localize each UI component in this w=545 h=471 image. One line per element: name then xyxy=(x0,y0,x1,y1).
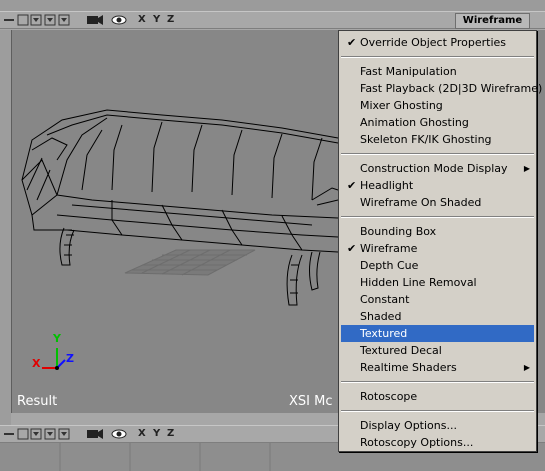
menu-item-constant[interactable]: Constant xyxy=(341,291,534,308)
menu-item-wireframe-on-shaded[interactable]: Wireframe On Shaded xyxy=(341,194,534,211)
floor-grid xyxy=(124,249,256,276)
dropdown-icon[interactable] xyxy=(58,428,70,440)
eye-icon[interactable] xyxy=(111,427,127,439)
viewport-info-label: XSI Mc xyxy=(289,394,333,409)
menu-item-realtime-shaders[interactable]: Realtime Shaders ▶ xyxy=(341,359,534,376)
viewport-name-label: Result xyxy=(17,394,58,409)
dropdown-icon[interactable] xyxy=(44,14,56,26)
axis-x-button[interactable]: X xyxy=(138,428,146,440)
menu-item-label: Bounding Box xyxy=(360,225,437,238)
axis-y-button[interactable]: Y xyxy=(153,428,160,440)
menu-item-skeleton-fk-ik-ghosting[interactable]: Skeleton FK/IK Ghosting xyxy=(341,131,534,148)
menu-item-rotoscopy-options[interactable]: Rotoscopy Options... xyxy=(341,434,534,451)
menu-item-label: Mixer Ghosting xyxy=(360,99,443,112)
eye-icon[interactable] xyxy=(111,13,127,25)
menu-item-label: Construction Mode Display xyxy=(360,162,508,175)
dropdown-icon[interactable] xyxy=(44,428,56,440)
gizmo-x-label: X xyxy=(32,357,41,370)
menu-item-fast-playback-2d-3d-wireframe[interactable]: Fast Playback (2D|3D Wireframe) xyxy=(341,80,542,97)
maximize-icon[interactable] xyxy=(17,428,29,440)
menu-item-label: Rotoscopy Options... xyxy=(360,436,474,449)
maximize-icon[interactable] xyxy=(17,14,29,26)
menu-item-label: Textured Decal xyxy=(360,344,442,357)
menu-item-fast-manipulation[interactable]: Fast Manipulation xyxy=(341,63,534,80)
menu-item-label: Wireframe On Shaded xyxy=(360,196,482,209)
menu-item-mixer-ghosting[interactable]: Mixer Ghosting xyxy=(341,97,534,114)
display-mode-button[interactable]: Wireframe xyxy=(455,13,530,29)
minimize-icon[interactable] xyxy=(3,14,15,26)
menu-item-headlight[interactable]: ✔ Headlight xyxy=(341,177,534,194)
menu-item-display-options[interactable]: Display Options... xyxy=(341,417,534,434)
menu-item-label: Shaded xyxy=(360,310,402,323)
checkmark-icon: ✔ xyxy=(347,179,357,192)
menu-item-label: Override Object Properties xyxy=(360,36,507,49)
menu-item-label: Realtime Shaders xyxy=(360,361,457,374)
viewport-toolbar: X Y Z Wireframe xyxy=(0,11,545,29)
menu-item-wireframe[interactable]: ✔ Wireframe xyxy=(341,240,534,257)
dropdown-icon[interactable] xyxy=(30,428,42,440)
top-strip xyxy=(0,0,545,11)
axis-gizmo xyxy=(42,348,66,370)
viewport-left-bar xyxy=(0,30,11,425)
menu-item-construction-mode-display[interactable]: Construction Mode Display ▶ xyxy=(341,160,534,177)
menu-item-textured[interactable]: Textured xyxy=(341,325,534,342)
menu-item-label: Hidden Line Removal xyxy=(360,276,477,289)
menu-item-bounding-box[interactable]: Bounding Box xyxy=(341,223,534,240)
menu-item-hidden-line-removal[interactable]: Hidden Line Removal xyxy=(341,274,534,291)
submenu-arrow-icon: ▶ xyxy=(523,363,530,372)
menu-item-rotoscope[interactable]: Rotoscope xyxy=(341,388,534,405)
axis-x-button[interactable]: X xyxy=(138,14,146,26)
menu-separator xyxy=(341,410,534,412)
menu-item-textured-decal[interactable]: Textured Decal xyxy=(341,342,534,359)
menu-item-label: Constant xyxy=(360,293,410,306)
display-mode-menu: ✔ Override Object Properties Fast Manipula… xyxy=(338,30,542,452)
menu-item-depth-cue[interactable]: Depth Cue xyxy=(341,257,534,274)
axis-y-button[interactable]: Y xyxy=(153,14,160,26)
axis-z-button[interactable]: Z xyxy=(167,428,174,440)
menu-item-shaded[interactable]: Shaded xyxy=(341,308,534,325)
menu-item-label: Headlight xyxy=(360,179,414,192)
camera-icon[interactable] xyxy=(86,427,104,439)
menu-separator xyxy=(341,56,534,58)
dropdown-icon[interactable] xyxy=(30,14,42,26)
menu-item-label: Skeleton FK/IK Ghosting xyxy=(360,133,492,146)
menu-item-label: Rotoscope xyxy=(360,390,418,403)
minimize-icon[interactable] xyxy=(3,428,15,440)
menu-item-label: Fast Playback (2D|3D Wireframe) xyxy=(360,82,543,95)
menu-item-label: Wireframe xyxy=(360,242,418,255)
menu-separator xyxy=(341,381,534,383)
axis-z-button[interactable]: Z xyxy=(167,14,174,26)
checkmark-icon: ✔ xyxy=(347,36,357,49)
menu-item-label: Depth Cue xyxy=(360,259,419,272)
menu-item-animation-ghosting[interactable]: Animation Ghosting xyxy=(341,114,534,131)
gizmo-y-label: Y xyxy=(53,332,61,345)
gizmo-z-label: Z xyxy=(66,352,74,365)
camera-icon[interactable] xyxy=(86,13,104,25)
menu-separator xyxy=(341,216,534,218)
menu-separator xyxy=(341,153,534,155)
menu-item-label: Textured xyxy=(360,327,408,340)
menu-item-override-object-properties[interactable]: ✔ Override Object Properties xyxy=(341,34,534,51)
menu-item-label: Display Options... xyxy=(360,419,457,432)
menu-item-label: Fast Manipulation xyxy=(360,65,457,78)
submenu-arrow-icon: ▶ xyxy=(523,164,530,173)
dropdown-icon[interactable] xyxy=(58,14,70,26)
menu-item-label: Animation Ghosting xyxy=(360,116,469,129)
checkmark-icon: ✔ xyxy=(347,242,357,255)
